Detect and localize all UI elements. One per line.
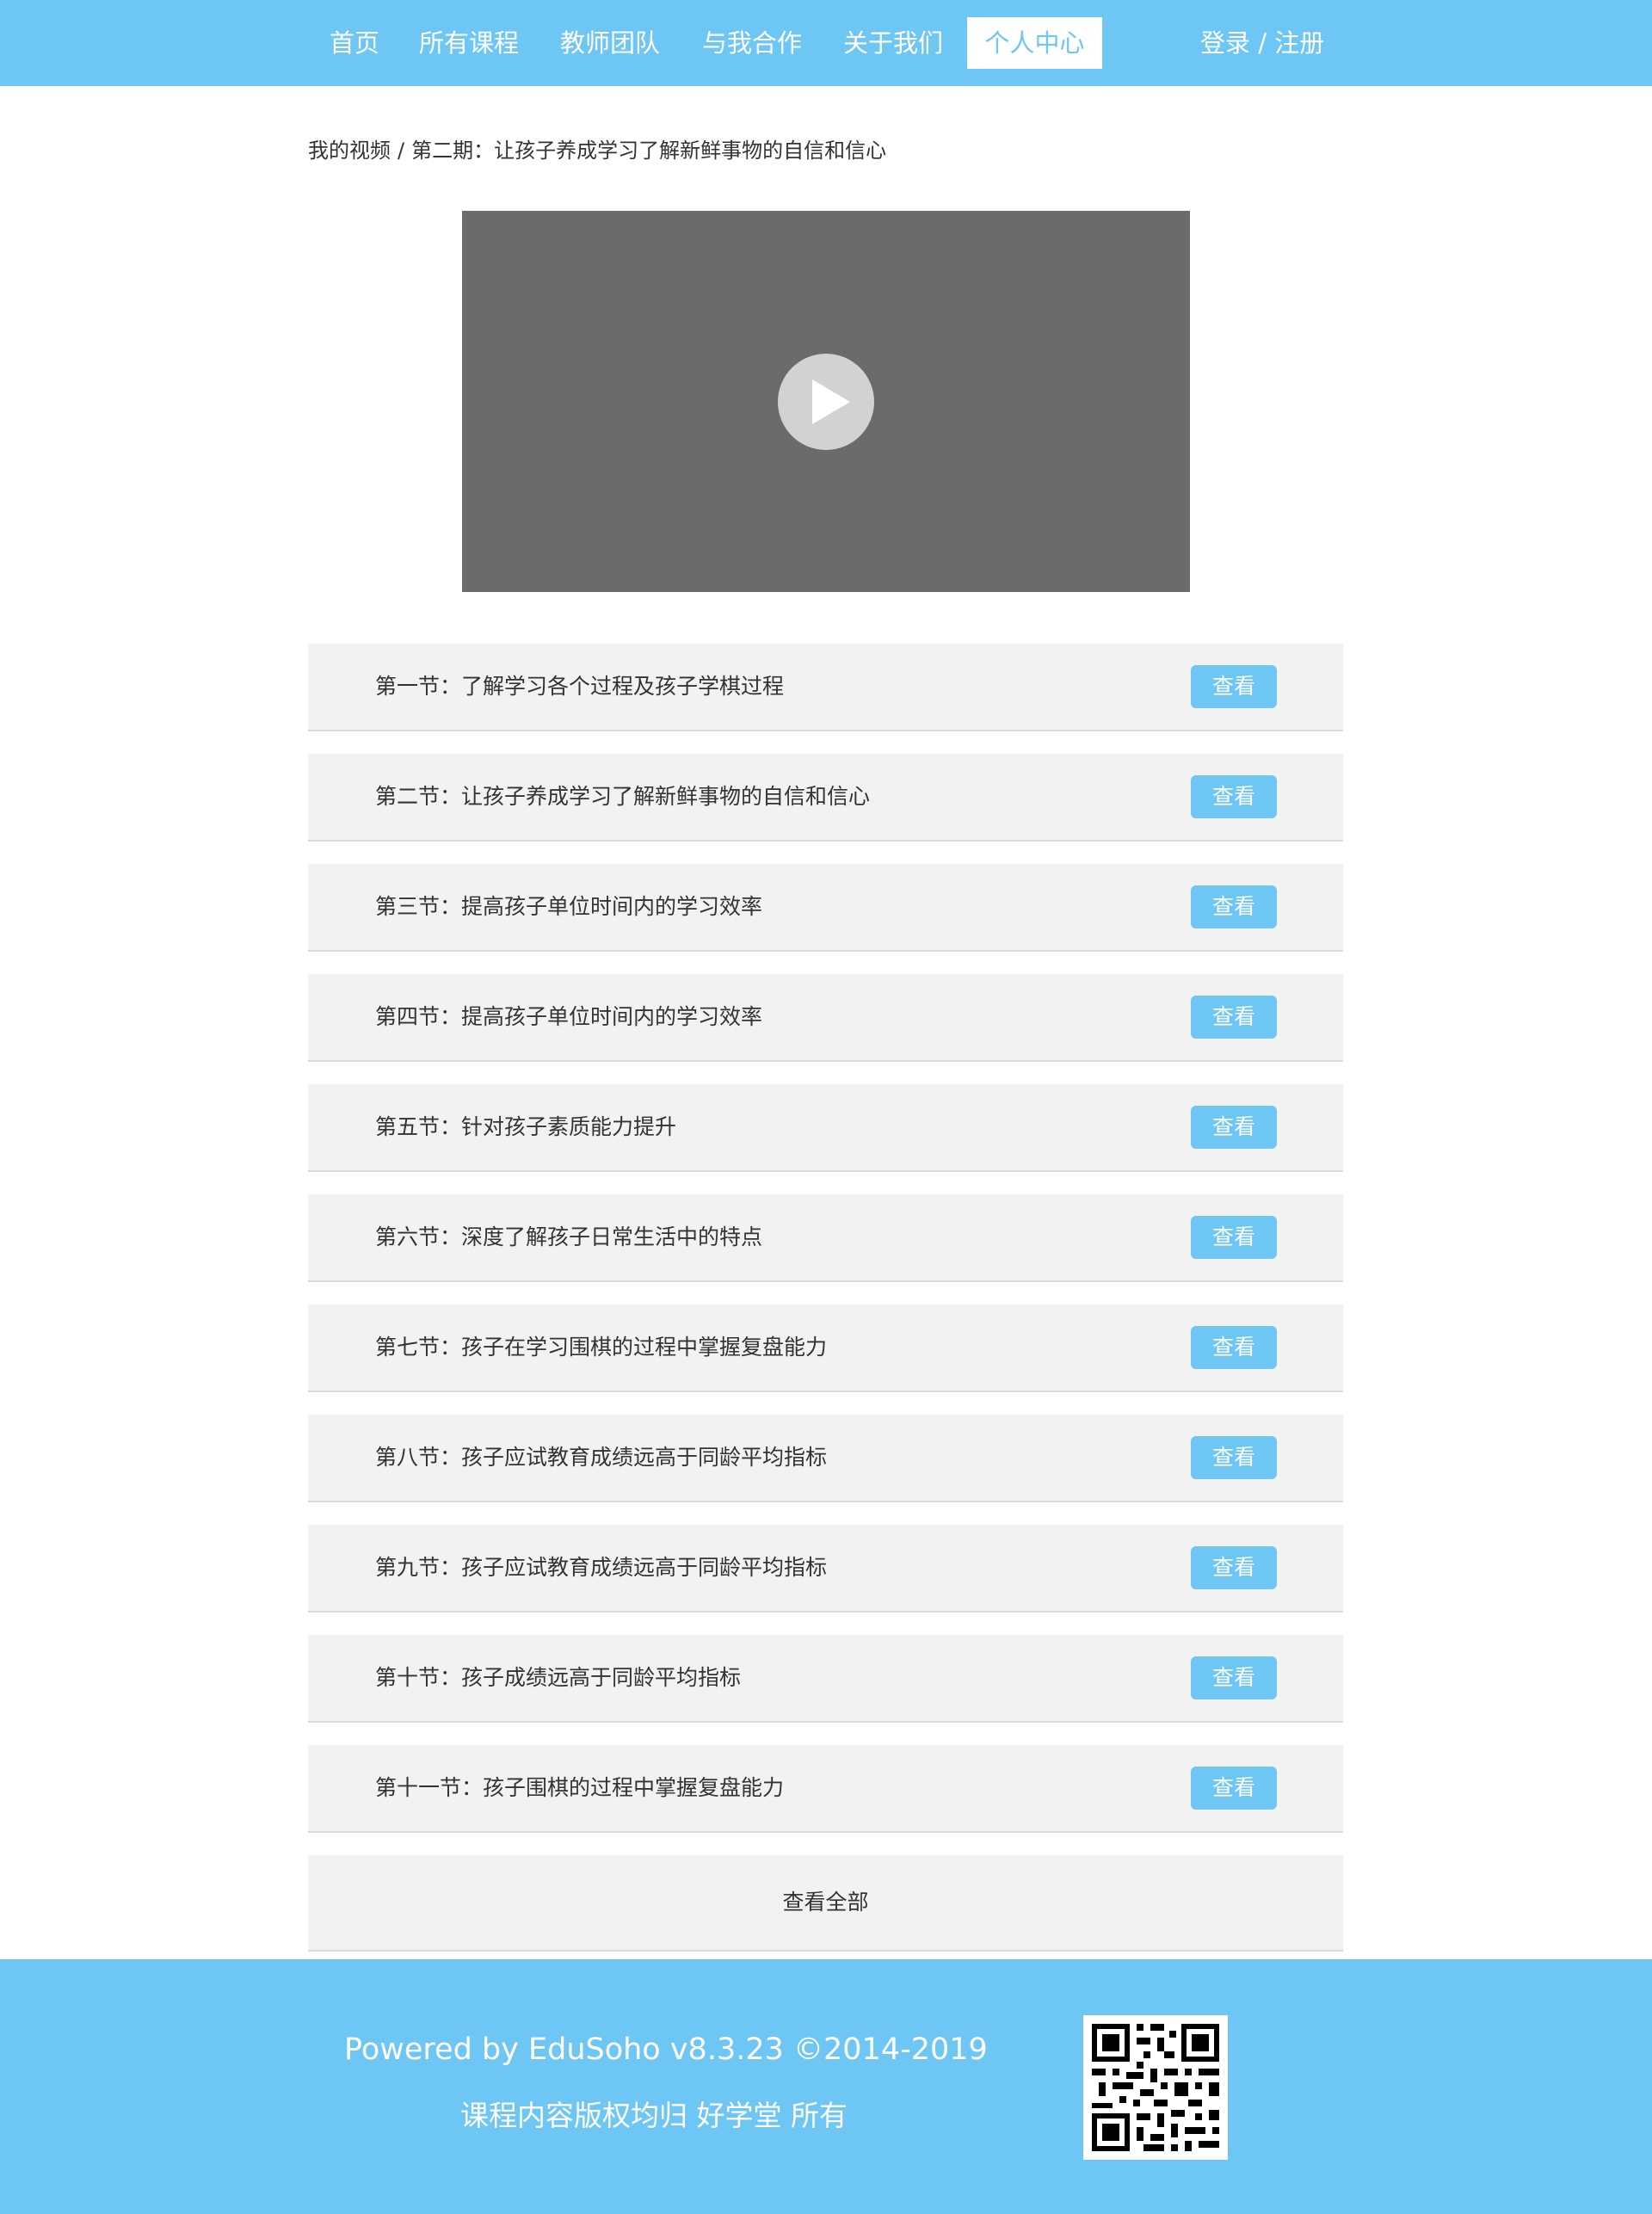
lesson-title: 第十节：孩子成绩远高于同龄平均指标	[375, 1665, 742, 1690]
view-lesson-button[interactable]: 查看	[1191, 996, 1277, 1039]
lesson-title: 第二节：让孩子养成学习了解新鲜事物的自信和信心	[375, 784, 871, 809]
view-all-button[interactable]: 查看全部	[308, 1855, 1343, 1952]
lesson-title: 第九节：孩子应试教育成绩远高于同龄平均指标	[375, 1555, 828, 1580]
lesson-title: 第十一节：孩子围棋的过程中掌握复盘能力	[375, 1775, 785, 1800]
breadcrumb: 我的视频 / 第二期：让孩子养成学习了解新鲜事物的自信和信心	[308, 133, 886, 163]
lesson-row: 第五节：针对孩子素质能力提升 查看	[308, 1084, 1343, 1172]
view-lesson-button[interactable]: 查看	[1191, 1106, 1277, 1149]
lesson-row: 第六节：深度了解孩子日常生活中的特点 查看	[308, 1194, 1343, 1282]
nav-item-all-courses[interactable]: 所有课程	[419, 17, 519, 69]
view-lesson-button[interactable]: 查看	[1191, 665, 1277, 708]
view-lesson-button[interactable]: 查看	[1191, 1767, 1277, 1810]
view-lesson-button[interactable]: 查看	[1191, 885, 1277, 928]
qr-code-icon	[1092, 2024, 1219, 2151]
lesson-title: 第四节：提高孩子单位时间内的学习效率	[375, 1004, 763, 1029]
breadcrumb-parent-link[interactable]: 我的视频	[308, 139, 391, 163]
view-lesson-button[interactable]: 查看	[1191, 1326, 1277, 1369]
lesson-title: 第八节：孩子应试教育成绩远高于同龄平均指标	[375, 1445, 828, 1470]
nav-item-teachers[interactable]: 教师团队	[560, 17, 660, 69]
footer-powered-by: Powered by EduSoho v8.3.23 ©2014-2019	[344, 2032, 988, 2067]
breadcrumb-current: 第二期：让孩子养成学习了解新鲜事物的自信和信心	[411, 139, 887, 163]
nav-item-cooperation[interactable]: 与我合作	[702, 17, 802, 69]
lesson-row: 第一节：了解学习各个过程及孩子学棋过程 查看	[308, 644, 1343, 731]
lesson-title: 第六节：深度了解孩子日常生活中的特点	[375, 1224, 763, 1249]
lesson-row: 第十节：孩子成绩远高于同龄平均指标 查看	[308, 1635, 1343, 1723]
view-lesson-button[interactable]: 查看	[1191, 775, 1277, 818]
video-player[interactable]	[462, 211, 1190, 592]
view-lesson-button[interactable]: 查看	[1191, 1216, 1277, 1259]
view-lesson-button[interactable]: 查看	[1191, 1436, 1277, 1479]
lesson-title: 第五节：针对孩子素质能力提升	[375, 1114, 677, 1139]
view-lesson-button[interactable]: 查看	[1191, 1546, 1277, 1589]
nav-item-about[interactable]: 关于我们	[843, 17, 943, 69]
lesson-list: 第一节：了解学习各个过程及孩子学棋过程 查看 第二节：让孩子养成学习了解新鲜事物…	[308, 644, 1343, 1952]
nav-item-home[interactable]: 首页	[330, 17, 379, 69]
lesson-title: 第一节：了解学习各个过程及孩子学棋过程	[375, 674, 785, 699]
lesson-row: 第八节：孩子应试教育成绩远高于同龄平均指标 查看	[308, 1415, 1343, 1502]
login-register-link[interactable]: 登录 / 注册	[1200, 17, 1324, 69]
lesson-row: 第三节：提高孩子单位时间内的学习效率 查看	[308, 864, 1343, 952]
lesson-row: 第四节：提高孩子单位时间内的学习效率 查看	[308, 974, 1343, 1062]
play-button[interactable]	[778, 354, 874, 450]
footer-copyright: 课程内容版权均归 好学堂 所有	[460, 2099, 848, 2132]
breadcrumb-separator: /	[398, 139, 405, 163]
qr-code	[1083, 2015, 1228, 2160]
lesson-row: 第九节：孩子应试教育成绩远高于同龄平均指标 查看	[308, 1525, 1343, 1613]
footer: Powered by EduSoho v8.3.23 ©2014-2019 课程…	[0, 1959, 1652, 2214]
play-icon	[812, 379, 850, 424]
lesson-row: 第十一节：孩子围棋的过程中掌握复盘能力 查看	[308, 1745, 1343, 1833]
lesson-title: 第三节：提高孩子单位时间内的学习效率	[375, 894, 763, 919]
top-nav-bar: 首页 所有课程 教师团队 与我合作 关于我们 个人中心 登录 / 注册	[0, 0, 1652, 86]
lesson-row: 第七节：孩子在学习围棋的过程中掌握复盘能力 查看	[308, 1304, 1343, 1392]
view-lesson-button[interactable]: 查看	[1191, 1656, 1277, 1699]
lesson-row: 第二节：让孩子养成学习了解新鲜事物的自信和信心 查看	[308, 754, 1343, 842]
lesson-title: 第七节：孩子在学习围棋的过程中掌握复盘能力	[375, 1335, 828, 1360]
nav-item-personal-center[interactable]: 个人中心	[967, 17, 1102, 69]
